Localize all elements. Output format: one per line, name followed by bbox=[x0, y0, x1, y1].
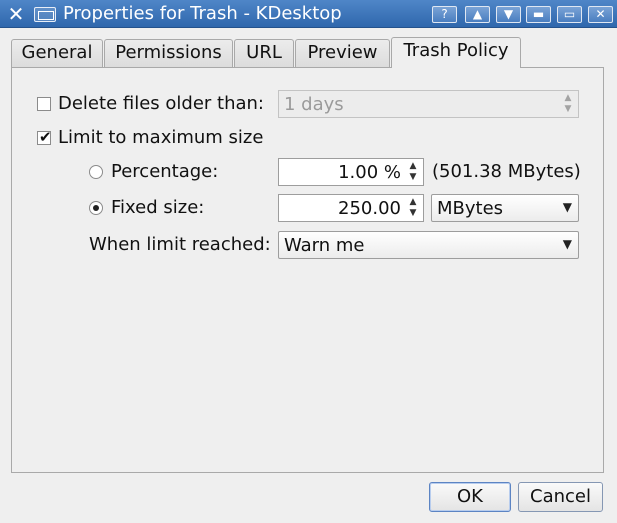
shade-up-button[interactable]: ▲ bbox=[465, 6, 490, 23]
percentage-label[interactable]: Percentage: bbox=[111, 161, 218, 183]
chevron-down-icon: ▼ bbox=[562, 200, 572, 214]
limit-reached-select[interactable]: Warn me ▼ bbox=[278, 231, 579, 259]
checkmark-icon: ✔ bbox=[39, 128, 52, 146]
delete-older-value: 1 days bbox=[284, 94, 344, 115]
tab-trash-policy[interactable]: Trash Policy bbox=[391, 37, 521, 68]
title-bar[interactable]: ✕ Properties for Trash - KDesktop ? ▲ ▼ … bbox=[0, 0, 617, 28]
unit-select[interactable]: MBytes ▼ bbox=[431, 194, 579, 222]
percentage-spinbox[interactable]: 1.00 % ▲ ▼ bbox=[278, 158, 424, 186]
tab-permissions-label: Permissions bbox=[115, 42, 222, 63]
fixed-size-spinbox[interactable]: 250.00 ▲ ▼ bbox=[278, 194, 424, 222]
limit-reached-value: Warn me bbox=[284, 235, 365, 256]
delete-older-label[interactable]: Delete files older than: bbox=[58, 93, 264, 115]
tab-trash-policy-label: Trash Policy bbox=[403, 40, 509, 61]
window-title: Properties for Trash - KDesktop bbox=[63, 3, 342, 24]
chevron-down-icon: ▼ bbox=[562, 237, 572, 251]
fixed-size-value: 250.00 bbox=[338, 198, 401, 219]
percentage-radio[interactable] bbox=[89, 165, 103, 179]
tab-preview[interactable]: Preview bbox=[295, 39, 390, 67]
tab-url[interactable]: URL bbox=[234, 39, 294, 67]
spin-arrows-icon[interactable]: ▲ ▼ bbox=[408, 161, 418, 185]
tab-general[interactable]: General bbox=[11, 39, 103, 67]
spin-arrows-icon[interactable]: ▲ ▼ bbox=[408, 197, 418, 221]
fixed-size-label[interactable]: Fixed size: bbox=[111, 197, 204, 219]
fixed-size-radio[interactable] bbox=[89, 201, 103, 215]
help-button[interactable]: ? bbox=[432, 6, 457, 23]
maximize-button[interactable]: ▭ bbox=[557, 6, 582, 23]
kde-x-icon[interactable]: ✕ bbox=[4, 4, 28, 24]
tab-preview-label: Preview bbox=[307, 42, 378, 63]
limit-size-label[interactable]: Limit to maximum size bbox=[58, 127, 263, 149]
percentage-value: 1.00 % bbox=[338, 162, 401, 183]
tab-general-label: General bbox=[21, 42, 93, 63]
limit-reached-label: When limit reached: bbox=[89, 234, 271, 255]
tab-permissions[interactable]: Permissions bbox=[104, 39, 233, 67]
cancel-button[interactable]: Cancel bbox=[518, 482, 603, 512]
radio-selected-icon bbox=[93, 205, 99, 211]
delete-older-spinbox[interactable]: 1 days ▲ ▼ bbox=[278, 90, 579, 118]
unit-value: MBytes bbox=[437, 198, 504, 219]
close-button[interactable]: ✕ bbox=[588, 6, 613, 23]
minimize-button[interactable]: ▬ bbox=[526, 6, 551, 23]
ok-button[interactable]: OK bbox=[429, 482, 511, 512]
tab-url-label: URL bbox=[246, 42, 282, 63]
delete-older-checkbox[interactable] bbox=[37, 97, 51, 111]
limit-size-checkbox[interactable]: ✔ bbox=[37, 128, 52, 146]
window-menu-icon[interactable] bbox=[34, 7, 56, 22]
spin-arrows-icon[interactable]: ▲ ▼ bbox=[563, 93, 573, 117]
shade-down-button[interactable]: ▼ bbox=[496, 6, 521, 23]
percentage-computed: (501.38 MBytes) bbox=[432, 161, 581, 182]
